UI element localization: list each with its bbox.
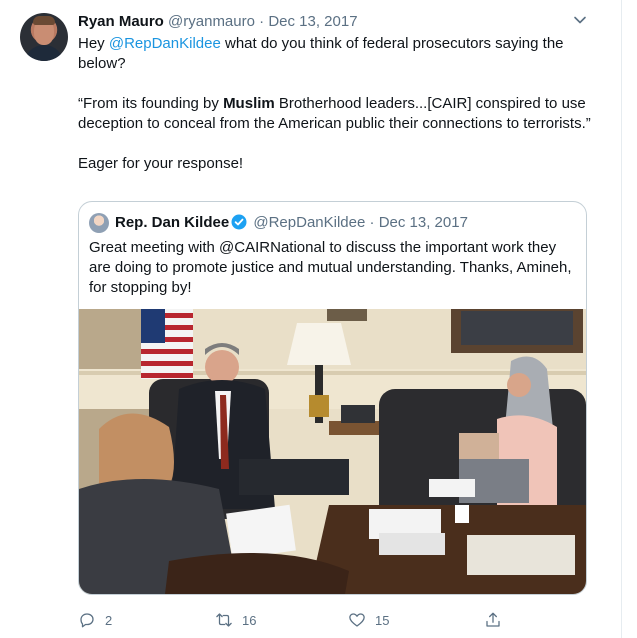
- tweet-date[interactable]: Dec 13, 2017: [268, 13, 357, 30]
- tweet-actions: 2 16 15: [78, 609, 508, 631]
- avatar-suit-shape: [24, 45, 64, 61]
- author-name[interactable]: Ryan Mauro: [78, 13, 164, 30]
- like-icon: [349, 613, 365, 627]
- author-handle[interactable]: @ryanmauro: [168, 13, 255, 30]
- chevron-down-icon[interactable]: [572, 12, 588, 28]
- share-icon: [486, 612, 500, 627]
- tweet[interactable]: Ryan Mauro @ryanmauro · Dec 13, 2017 Hey…: [0, 0, 622, 638]
- quoted-tweet-header: Rep. Dan Kildee @RepDanKildee · Dec 13, …: [115, 213, 468, 233]
- like-count: 15: [375, 612, 390, 628]
- tweet-quote-paragraph: “From its founding by Muslim Brotherhood…: [78, 94, 598, 134]
- quoted-tweet-text: Great meeting with @CAIRNational to disc…: [89, 239, 572, 296]
- reply-button[interactable]: 2: [78, 609, 112, 631]
- quoted-author-name: Rep. Dan Kildee: [115, 214, 230, 231]
- reply-icon: [80, 613, 94, 628]
- retweet-icon: [216, 613, 232, 627]
- quote-prefix: “From its founding by: [78, 95, 224, 112]
- header-separator: ·: [259, 13, 265, 30]
- share-button[interactable]: [484, 609, 511, 631]
- like-button[interactable]: 15: [348, 609, 389, 631]
- tweet-intro: Hey @RepDanKildee what do you think of f…: [78, 34, 598, 74]
- retweet-button[interactable]: 16: [215, 609, 256, 631]
- tweet-closing: Eager for your response!: [78, 155, 244, 172]
- quoted-header-separator: ·: [369, 214, 375, 231]
- mention-link[interactable]: @RepDanKildee: [109, 35, 221, 52]
- quoted-author-handle: @RepDanKildee: [253, 214, 366, 231]
- author-avatar[interactable]: [20, 13, 68, 61]
- quoted-tweet-date: Dec 13, 2017: [378, 214, 468, 231]
- reply-count: 2: [105, 612, 113, 628]
- quoted-author-avatar: [89, 213, 109, 233]
- quote-bold-word: Muslim: [223, 95, 275, 112]
- verified-badge-icon: [231, 214, 247, 230]
- intro-prefix: Hey: [78, 35, 109, 52]
- tweet-header: Ryan Mauro @ryanmauro · Dec 13, 2017: [78, 12, 358, 32]
- avatar-hair-shape: [33, 16, 55, 25]
- retweet-count: 16: [242, 612, 257, 628]
- quoted-tweet-card[interactable]: Rep. Dan Kildee @RepDanKildee · Dec 13, …: [78, 201, 587, 595]
- tweet-text: Hey @RepDanKildee what do you think of f…: [78, 34, 598, 174]
- quoted-tweet-photo[interactable]: [79, 309, 586, 594]
